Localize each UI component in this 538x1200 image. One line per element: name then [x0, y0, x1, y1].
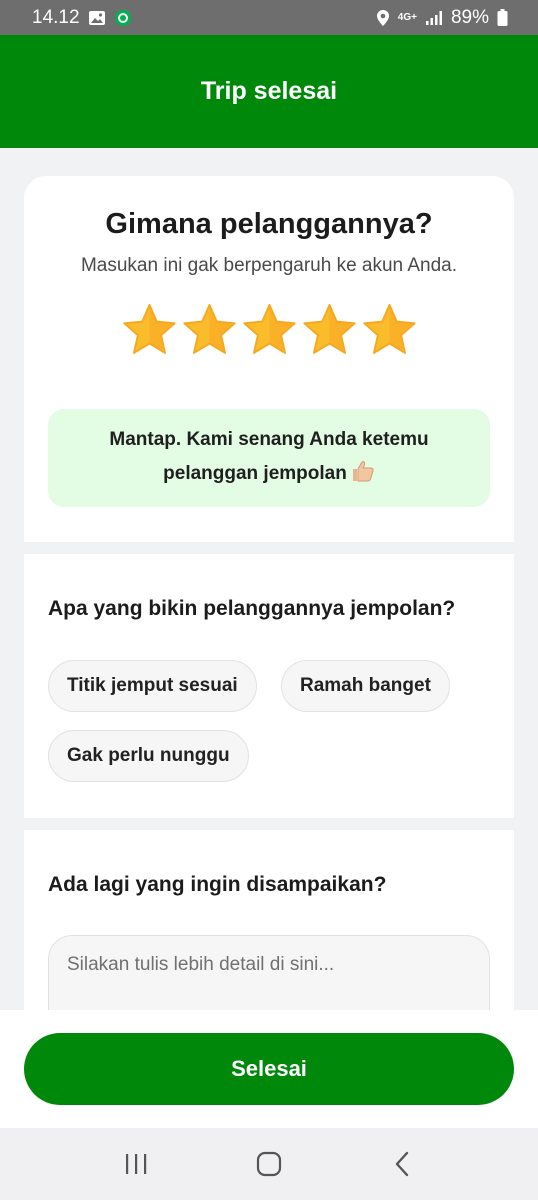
signal-icon [425, 10, 443, 26]
banner-text: Mantap. Kami senang Anda ketemu pelangga… [109, 428, 429, 484]
rating-card: Gimana pelanggannya? Masukan ini gak ber… [24, 176, 514, 542]
status-right: 4G+ 89% [376, 7, 508, 29]
rating-subtitle: Masukan ini gak berpengaruh ke akun Anda… [80, 255, 458, 276]
back-icon [395, 1151, 408, 1177]
star-icon-5[interactable] [361, 302, 418, 359]
page-title: Trip selesai [200, 77, 338, 105]
reasons-title: Apa yang bikin pelanggannya jempolan? [48, 597, 456, 620]
star-icon-2[interactable] [181, 302, 238, 359]
bottom-action-bar: Selesai [0, 1010, 538, 1128]
chip-titik-jemput[interactable]: Titik jemput sesuai [48, 660, 257, 712]
star-icon-1[interactable] [121, 302, 178, 359]
status-bar: 14.12 4G+ 89% [0, 0, 538, 35]
reasons-card: Apa yang bikin pelanggannya jempolan? Ti… [24, 554, 514, 818]
home-icon [256, 1151, 282, 1177]
star-icon-3[interactable] [241, 302, 298, 359]
gallery-icon [88, 10, 106, 26]
chip-gak-perlu-nunggu[interactable]: Gak perlu nunggu [48, 730, 249, 782]
thumbs-up-icon [351, 460, 375, 494]
location-icon [376, 9, 390, 27]
rating-feedback-banner: Mantap. Kami senang Anda ketemu pelangga… [48, 409, 490, 507]
system-nav-bar [0, 1128, 538, 1200]
status-time: 14.12 [32, 6, 80, 28]
recent-apps-icon [126, 1154, 147, 1174]
back-button[interactable] [372, 1134, 432, 1194]
battery-icon [497, 9, 508, 26]
rating-title: Gimana pelanggannya? [105, 208, 433, 240]
feedback-content[interactable]: Gimana pelanggannya? Masukan ini gak ber… [0, 148, 538, 1010]
comment-card: Ada lagi yang ingin disampaikan? [24, 830, 514, 1010]
done-button[interactable]: Selesai [24, 1033, 514, 1105]
star-icon-4[interactable] [301, 302, 358, 359]
network-type: 4G+ [397, 11, 417, 23]
home-button[interactable] [239, 1134, 299, 1194]
battery-percent: 89% [450, 6, 489, 28]
star-rating[interactable] [24, 302, 514, 359]
recent-apps-button[interactable] [106, 1134, 166, 1194]
status-left: 14.12 [32, 7, 132, 29]
app-bar: Trip selesai [0, 35, 538, 148]
comment-title: Ada lagi yang ingin disampaikan? [48, 873, 387, 896]
grab-app-icon [114, 9, 132, 27]
chip-ramah-banget[interactable]: Ramah banget [281, 660, 450, 712]
comment-input[interactable] [48, 935, 490, 1010]
